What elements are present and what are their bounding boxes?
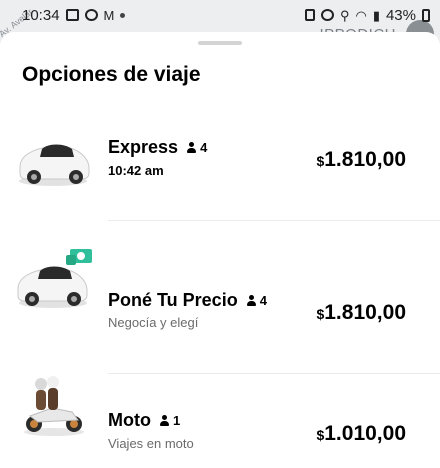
ride-options-sheet: Opciones de viaje Express 4 10:42 am $1.… bbox=[0, 32, 440, 468]
seat-count: 4 bbox=[246, 293, 267, 308]
ride-option-name: Express bbox=[108, 137, 179, 157]
ride-option-price: $1.810,00 bbox=[316, 301, 406, 325]
ride-option-description: Negocía y elegí bbox=[108, 315, 199, 330]
ride-option-name: Moto bbox=[108, 410, 151, 430]
ride-option-price: $1.810,00 bbox=[316, 148, 406, 172]
battery-percent: 43% bbox=[385, 6, 416, 24]
ride-option-name: Poné Tu Precio bbox=[108, 290, 238, 310]
ride-option-name-row: Poné Tu Precio 4 bbox=[108, 290, 267, 311]
status-bar: 10:34 M ⚲ ◠ ▮ 43% bbox=[0, 0, 440, 30]
status-bar-right: ⚲ ◠ ▮ 43% bbox=[304, 6, 430, 24]
location-icon: ⚲ bbox=[339, 7, 350, 23]
gallery-notification-icon bbox=[65, 9, 79, 21]
seat-count-value: 1 bbox=[172, 413, 181, 428]
person-icon bbox=[186, 141, 197, 154]
seat-count: 4 bbox=[186, 140, 207, 155]
sheet-drag-handle[interactable] bbox=[198, 41, 242, 45]
price-value: 1.810,00 bbox=[324, 301, 406, 324]
ride-option-express[interactable]: Express 4 10:42 am $1.810,00 bbox=[0, 101, 440, 221]
car-icon bbox=[19, 144, 90, 186]
car-with-money-icon bbox=[17, 249, 92, 308]
wifi-icon: ◠ bbox=[355, 7, 367, 23]
gmail-notification-icon: M bbox=[103, 7, 115, 23]
ride-option-name-row: Moto 1 bbox=[108, 410, 180, 431]
battery-icon bbox=[422, 8, 430, 22]
motorbike-icon bbox=[24, 376, 84, 436]
seat-count-value: 4 bbox=[200, 140, 208, 155]
status-time: 10:34 bbox=[22, 6, 60, 24]
price-value: 1.810,00 bbox=[324, 148, 406, 171]
alarm-icon bbox=[320, 9, 334, 21]
ride-option-pone-tu-precio[interactable]: Poné Tu Precio 4 Negocía y elegí $1.810,… bbox=[0, 221, 440, 374]
ride-option-moto[interactable]: Moto 1 Viajes en moto $1.010,00 bbox=[0, 342, 440, 462]
signal-icon: ▮ bbox=[372, 7, 380, 23]
price-value: 1.010,00 bbox=[324, 422, 406, 445]
ride-option-name-row: Express 4 bbox=[108, 137, 207, 158]
more-notifications-icon bbox=[120, 12, 126, 18]
instagram-notification-icon bbox=[84, 9, 98, 21]
vibrate-icon bbox=[304, 9, 315, 21]
status-bar-left: 10:34 M bbox=[22, 6, 126, 24]
seat-count-value: 4 bbox=[259, 293, 267, 308]
sheet-title: Opciones de viaje bbox=[22, 63, 201, 86]
ride-option-price: $1.010,00 bbox=[316, 422, 406, 446]
person-icon bbox=[159, 414, 170, 427]
ride-option-description: Viajes en moto bbox=[108, 436, 194, 451]
ride-option-eta: 10:42 am bbox=[108, 163, 164, 178]
seat-count: 1 bbox=[159, 413, 180, 428]
person-icon bbox=[246, 294, 257, 307]
